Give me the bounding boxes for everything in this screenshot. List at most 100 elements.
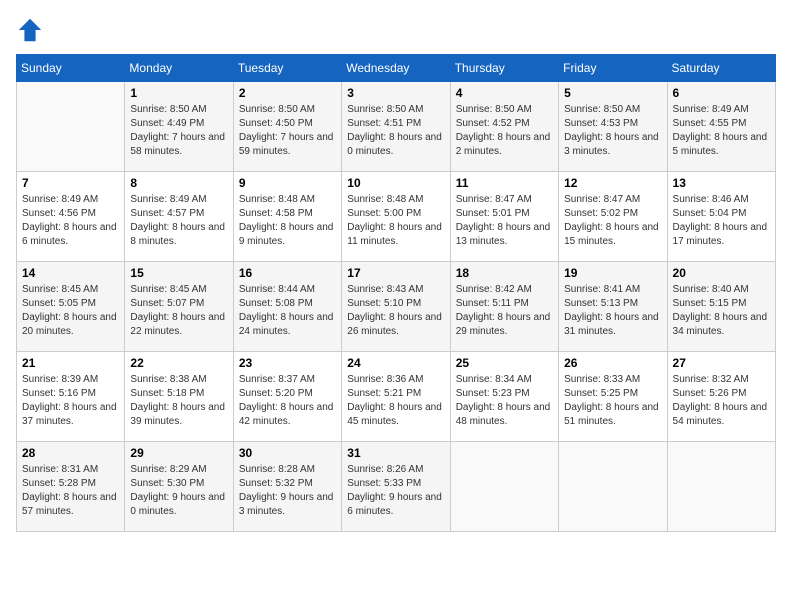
calendar-cell: 6 Sunrise: 8:49 AMSunset: 4:55 PMDaylight… bbox=[667, 82, 775, 172]
day-info: Sunrise: 8:37 AMSunset: 5:20 PMDaylight:… bbox=[239, 373, 336, 429]
column-header-monday: Monday bbox=[125, 55, 233, 82]
column-header-friday: Friday bbox=[559, 55, 667, 82]
calendar-cell: 19 Sunrise: 8:41 AMSunset: 5:13 PMDayligh… bbox=[559, 262, 667, 352]
calendar-cell bbox=[450, 442, 558, 532]
day-number: 28 bbox=[22, 446, 119, 460]
day-info: Sunrise: 8:41 AMSunset: 5:13 PMDaylight:… bbox=[564, 283, 661, 339]
day-info: Sunrise: 8:49 AMSunset: 4:55 PMDaylight:… bbox=[673, 103, 770, 159]
day-number: 21 bbox=[22, 356, 119, 370]
day-number: 20 bbox=[673, 266, 770, 280]
calendar-cell bbox=[559, 442, 667, 532]
day-info: Sunrise: 8:44 AMSunset: 5:08 PMDaylight:… bbox=[239, 283, 336, 339]
day-info: Sunrise: 8:31 AMSunset: 5:28 PMDaylight:… bbox=[22, 463, 119, 519]
column-header-thursday: Thursday bbox=[450, 55, 558, 82]
calendar-cell: 4 Sunrise: 8:50 AMSunset: 4:52 PMDaylight… bbox=[450, 82, 558, 172]
day-number: 7 bbox=[22, 176, 119, 190]
day-info: Sunrise: 8:38 AMSunset: 5:18 PMDaylight:… bbox=[130, 373, 227, 429]
day-info: Sunrise: 8:47 AMSunset: 5:01 PMDaylight:… bbox=[456, 193, 553, 249]
day-info: Sunrise: 8:47 AMSunset: 5:02 PMDaylight:… bbox=[564, 193, 661, 249]
calendar-cell: 23 Sunrise: 8:37 AMSunset: 5:20 PMDayligh… bbox=[233, 352, 341, 442]
day-number: 18 bbox=[456, 266, 553, 280]
calendar-cell bbox=[17, 82, 125, 172]
day-number: 17 bbox=[347, 266, 444, 280]
calendar-cell: 14 Sunrise: 8:45 AMSunset: 5:05 PMDayligh… bbox=[17, 262, 125, 352]
column-header-wednesday: Wednesday bbox=[342, 55, 450, 82]
day-info: Sunrise: 8:43 AMSunset: 5:10 PMDaylight:… bbox=[347, 283, 444, 339]
day-number: 25 bbox=[456, 356, 553, 370]
day-number: 24 bbox=[347, 356, 444, 370]
calendar-week-row: 28 Sunrise: 8:31 AMSunset: 5:28 PMDayligh… bbox=[17, 442, 776, 532]
day-number: 8 bbox=[130, 176, 227, 190]
day-number: 22 bbox=[130, 356, 227, 370]
calendar-cell: 16Sunrise: 8:44 AMSunset: 5:08 PMDayligh… bbox=[233, 262, 341, 352]
logo bbox=[16, 16, 48, 44]
day-info: Sunrise: 8:29 AMSunset: 5:30 PMDaylight:… bbox=[130, 463, 227, 519]
calendar-cell: 30 Sunrise: 8:28 AMSunset: 5:32 PMDayligh… bbox=[233, 442, 341, 532]
day-info: Sunrise: 8:50 AMSunset: 4:50 PMDaylight:… bbox=[239, 103, 336, 159]
calendar-cell: 31 Sunrise: 8:26 AMSunset: 5:33 PMDayligh… bbox=[342, 442, 450, 532]
calendar-week-row: 1 Sunrise: 8:50 AMSunset: 4:49 PMDaylight… bbox=[17, 82, 776, 172]
day-info: Sunrise: 8:39 AMSunset: 5:16 PMDaylight:… bbox=[22, 373, 119, 429]
calendar-cell: 15Sunrise: 8:45 AMSunset: 5:07 PMDayligh… bbox=[125, 262, 233, 352]
day-number: 9 bbox=[239, 176, 336, 190]
day-info: Sunrise: 8:28 AMSunset: 5:32 PMDaylight:… bbox=[239, 463, 336, 519]
calendar-table: SundayMondayTuesdayWednesdayThursdayFrid… bbox=[16, 54, 776, 532]
day-info: Sunrise: 8:42 AMSunset: 5:11 PMDaylight:… bbox=[456, 283, 553, 339]
day-info: Sunrise: 8:48 AMSunset: 4:58 PMDaylight:… bbox=[239, 193, 336, 249]
calendar-cell: 28 Sunrise: 8:31 AMSunset: 5:28 PMDayligh… bbox=[17, 442, 125, 532]
day-info: Sunrise: 8:34 AMSunset: 5:23 PMDaylight:… bbox=[456, 373, 553, 429]
calendar-cell: 29 Sunrise: 8:29 AMSunset: 5:30 PMDayligh… bbox=[125, 442, 233, 532]
day-number: 6 bbox=[673, 86, 770, 100]
calendar-cell: 13Sunrise: 8:46 AMSunset: 5:04 PMDayligh… bbox=[667, 172, 775, 262]
day-info: Sunrise: 8:49 AMSunset: 4:57 PMDaylight:… bbox=[130, 193, 227, 249]
column-header-sunday: Sunday bbox=[17, 55, 125, 82]
calendar-cell: 20 Sunrise: 8:40 AMSunset: 5:15 PMDayligh… bbox=[667, 262, 775, 352]
calendar-cell bbox=[667, 442, 775, 532]
logo-icon bbox=[16, 16, 44, 44]
day-number: 27 bbox=[673, 356, 770, 370]
calendar-cell: 7 Sunrise: 8:49 AMSunset: 4:56 PMDaylight… bbox=[17, 172, 125, 262]
day-info: Sunrise: 8:45 AMSunset: 5:05 PMDaylight:… bbox=[22, 283, 119, 339]
day-info: Sunrise: 8:50 AMSunset: 4:52 PMDaylight:… bbox=[456, 103, 553, 159]
calendar-cell: 10Sunrise: 8:48 AMSunset: 5:00 PMDayligh… bbox=[342, 172, 450, 262]
calendar-cell: 17 Sunrise: 8:43 AMSunset: 5:10 PMDayligh… bbox=[342, 262, 450, 352]
day-number: 14 bbox=[22, 266, 119, 280]
calendar-header-row: SundayMondayTuesdayWednesdayThursdayFrid… bbox=[17, 55, 776, 82]
day-info: Sunrise: 8:50 AMSunset: 4:51 PMDaylight:… bbox=[347, 103, 444, 159]
calendar-week-row: 21 Sunrise: 8:39 AMSunset: 5:16 PMDayligh… bbox=[17, 352, 776, 442]
day-info: Sunrise: 8:40 AMSunset: 5:15 PMDaylight:… bbox=[673, 283, 770, 339]
day-info: Sunrise: 8:26 AMSunset: 5:33 PMDaylight:… bbox=[347, 463, 444, 519]
day-number: 1 bbox=[130, 86, 227, 100]
calendar-cell: 27 Sunrise: 8:32 AMSunset: 5:26 PMDayligh… bbox=[667, 352, 775, 442]
calendar-cell: 3Sunrise: 8:50 AMSunset: 4:51 PMDaylight… bbox=[342, 82, 450, 172]
calendar-cell: 21 Sunrise: 8:39 AMSunset: 5:16 PMDayligh… bbox=[17, 352, 125, 442]
day-number: 11 bbox=[456, 176, 553, 190]
day-number: 23 bbox=[239, 356, 336, 370]
calendar-cell: 26Sunrise: 8:33 AMSunset: 5:25 PMDayligh… bbox=[559, 352, 667, 442]
day-info: Sunrise: 8:36 AMSunset: 5:21 PMDaylight:… bbox=[347, 373, 444, 429]
day-number: 26 bbox=[564, 356, 661, 370]
calendar-cell: 25 Sunrise: 8:34 AMSunset: 5:23 PMDayligh… bbox=[450, 352, 558, 442]
page-header bbox=[16, 16, 776, 44]
day-number: 12 bbox=[564, 176, 661, 190]
calendar-cell: 11 Sunrise: 8:47 AMSunset: 5:01 PMDayligh… bbox=[450, 172, 558, 262]
calendar-cell: 24 Sunrise: 8:36 AMSunset: 5:21 PMDayligh… bbox=[342, 352, 450, 442]
day-number: 30 bbox=[239, 446, 336, 460]
day-number: 10 bbox=[347, 176, 444, 190]
day-info: Sunrise: 8:45 AMSunset: 5:07 PMDaylight:… bbox=[130, 283, 227, 339]
day-info: Sunrise: 8:49 AMSunset: 4:56 PMDaylight:… bbox=[22, 193, 119, 249]
calendar-cell: 18 Sunrise: 8:42 AMSunset: 5:11 PMDayligh… bbox=[450, 262, 558, 352]
calendar-cell: 12 Sunrise: 8:47 AMSunset: 5:02 PMDayligh… bbox=[559, 172, 667, 262]
day-number: 19 bbox=[564, 266, 661, 280]
calendar-cell: 9 Sunrise: 8:48 AMSunset: 4:58 PMDaylight… bbox=[233, 172, 341, 262]
calendar-cell: 8 Sunrise: 8:49 AMSunset: 4:57 PMDaylight… bbox=[125, 172, 233, 262]
day-info: Sunrise: 8:50 AMSunset: 4:49 PMDaylight:… bbox=[130, 103, 227, 159]
day-info: Sunrise: 8:32 AMSunset: 5:26 PMDaylight:… bbox=[673, 373, 770, 429]
day-number: 2 bbox=[239, 86, 336, 100]
day-number: 5 bbox=[564, 86, 661, 100]
day-number: 29 bbox=[130, 446, 227, 460]
calendar-cell: 1 Sunrise: 8:50 AMSunset: 4:49 PMDaylight… bbox=[125, 82, 233, 172]
day-number: 31 bbox=[347, 446, 444, 460]
day-number: 4 bbox=[456, 86, 553, 100]
calendar-cell: 5Sunrise: 8:50 AMSunset: 4:53 PMDaylight… bbox=[559, 82, 667, 172]
